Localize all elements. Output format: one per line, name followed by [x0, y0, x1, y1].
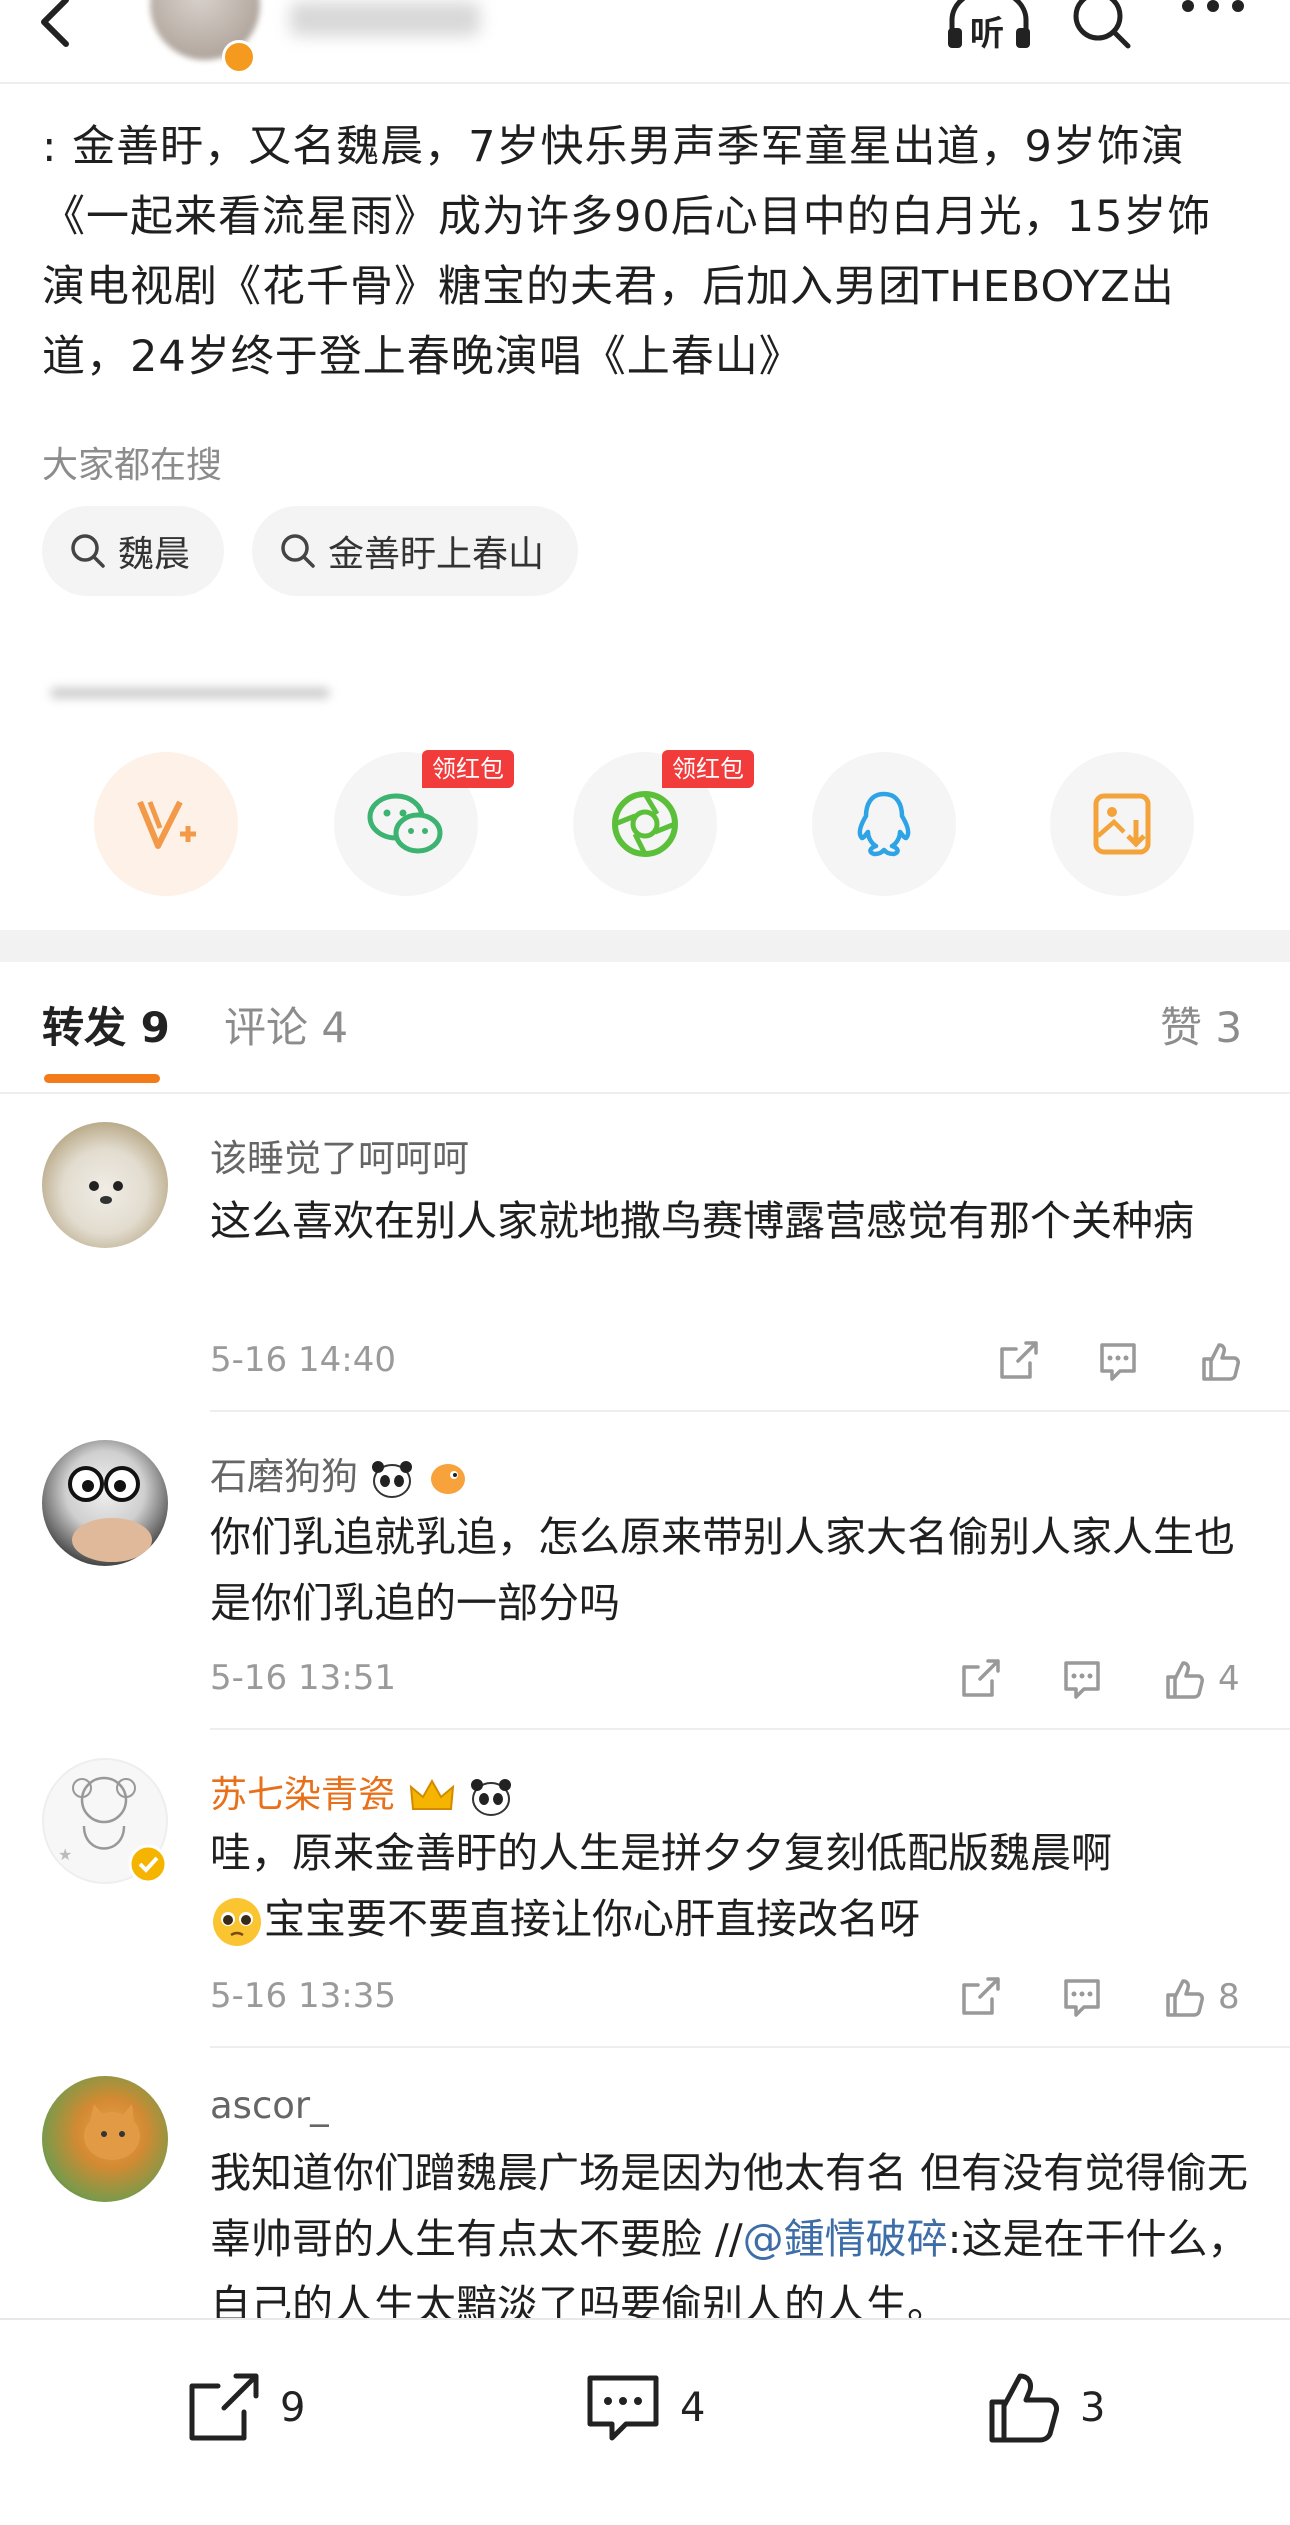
comment-action[interactable] — [1060, 1654, 1116, 1704]
commenter-name-text: 苏七染青瓷 — [210, 1773, 395, 1816]
section-separator — [0, 930, 1290, 962]
comment-text: 你们乳追就乳追，怎么原来带别人家大名偷别人家人生也是你们乳追的一部分吗 — [210, 1513, 1235, 1627]
v-plus-icon — [137, 800, 196, 849]
commenter-name[interactable]: 该睡觉了呵呵呵 — [210, 1128, 469, 1182]
crown-badge-icon — [409, 1778, 454, 1810]
more-icon[interactable] — [1178, 0, 1248, 50]
like-count: 4 — [1218, 1659, 1240, 1699]
thumbs-up-icon — [1166, 1979, 1204, 2017]
bottom-like-button[interactable]: 3 — [986, 2368, 1105, 2448]
like-action[interactable]: 4 — [1162, 1654, 1240, 1704]
author-name-blurred — [290, 2, 480, 36]
commenter-name-text: 石磨狗狗 — [210, 1455, 358, 1498]
repost-icon — [962, 1977, 1000, 2015]
bottom-repost-button[interactable]: 9 — [186, 2368, 305, 2448]
repost-icon — [962, 1659, 1000, 1697]
tab-divider — [0, 1092, 1290, 1094]
repost-icon — [1000, 1341, 1038, 1379]
pufferfish-badge-icon — [430, 1463, 465, 1494]
wechat-icon — [367, 793, 443, 854]
commenter-name[interactable]: 石磨狗狗 — [210, 1446, 470, 1500]
trending-search-title: 大家都在搜 — [42, 445, 223, 486]
comment-action[interactable] — [1096, 1336, 1152, 1386]
comment-time: 5-16 14:40 — [210, 1340, 396, 1380]
user-mention-link[interactable]: @鍾情破碎 — [743, 2215, 948, 2263]
bottom-action-bar: 9 4 3 — [0, 2318, 1290, 2525]
svg-text:★: ★ — [58, 1845, 72, 1864]
search-chip-2[interactable]: 金善盱上春山 — [252, 506, 579, 596]
verified-badge-icon — [128, 1844, 168, 1884]
comment-action[interactable] — [1060, 1972, 1116, 2022]
comment-text: 我知道你们蹭魏晨广场是因为他太有名 但有没有觉得偷无辜帅哥的人生有点太不要脸 /… — [210, 2140, 1250, 2338]
save-image-icon — [1093, 793, 1151, 855]
listen-button[interactable]: 听 — [944, 0, 1034, 54]
search-chip-label: 魏晨 — [118, 534, 191, 575]
panda-badge-icon — [371, 1460, 412, 1498]
tab-active-indicator — [44, 1074, 160, 1083]
search-chip-1[interactable]: 魏晨 — [42, 506, 225, 596]
repost-count: 9 — [280, 2385, 306, 2431]
post-text: : 金善盱，又名魏晨，7岁快乐男声季军童星出道，9岁饰演《一起来看流星雨》成为许… — [42, 122, 1212, 382]
red-packet-tag: 领红包 — [422, 750, 514, 788]
like-action[interactable] — [1198, 1336, 1254, 1386]
repost-action[interactable] — [958, 1654, 1014, 1704]
thumbs-up-icon — [1166, 1661, 1204, 1699]
share-vplus-button[interactable] — [94, 752, 238, 896]
tab-repost[interactable]: 转发 9 — [42, 1000, 170, 1056]
blurred-text — [50, 688, 330, 698]
moments-icon — [612, 791, 678, 857]
search-icon — [281, 534, 315, 568]
repost-icon — [189, 2373, 259, 2441]
like-count: 8 — [1218, 1977, 1240, 2017]
comment-divider — [210, 1410, 1290, 1412]
search-chip-label: 金善盱上春山 — [328, 534, 545, 575]
comment-divider — [210, 2046, 1290, 2048]
listen-label: 听 — [970, 14, 1004, 54]
back-arrow-icon[interactable] — [28, 0, 88, 54]
avatar[interactable] — [42, 2076, 168, 2202]
top-bar: 听 — [0, 0, 1290, 84]
save-image-button[interactable] — [1050, 752, 1194, 896]
comment-text-line: 哇，原来金善盱的人生是拼夕夕复刻低配版魏晨啊 — [210, 1829, 1112, 1877]
share-qq-button[interactable] — [812, 752, 956, 896]
comment-icon — [1064, 1979, 1100, 2017]
cat-avatar-image — [84, 2104, 140, 2160]
red-packet-tag: 领红包 — [662, 750, 754, 788]
repost-action[interactable] — [958, 1972, 1014, 2022]
comment-time: 5-16 13:35 — [210, 1976, 396, 2016]
repost-action[interactable] — [996, 1336, 1052, 1386]
verified-badge-icon — [222, 40, 256, 74]
search-icon[interactable] — [1068, 0, 1134, 50]
comment-icon — [1064, 1661, 1100, 1699]
panda-badge-icon — [470, 1778, 511, 1816]
dog-cat-avatar-image — [68, 1466, 152, 1562]
like-action[interactable]: 8 — [1162, 1972, 1240, 2022]
thumbs-up-icon — [1202, 1343, 1240, 1381]
avatar[interactable] — [42, 1122, 168, 1248]
avatar[interactable] — [42, 1440, 168, 1566]
like-count: 3 — [1080, 2385, 1106, 2431]
qq-icon — [857, 791, 911, 857]
comment-icon — [587, 2375, 659, 2441]
thumbs-up-icon — [989, 2373, 1059, 2443]
bottom-comment-button[interactable]: 4 — [584, 2368, 705, 2448]
comment-text: 这么喜欢在别人家就地撒鸟赛博露营感觉有那个关种病 — [210, 1197, 1194, 1245]
comment-icon — [1100, 1343, 1136, 1381]
search-icon — [71, 534, 105, 568]
commenter-name[interactable]: 苏七染青瓷 — [210, 1764, 513, 1818]
comment-text: 哇，原来金善盱的人生是拼夕夕复刻低配版魏晨啊 宝宝要不要直接让你心肝直接改名呀 — [210, 1820, 1250, 1952]
comment-text-span: 宝宝要不要直接让你心肝直接改名呀 — [264, 1895, 920, 1943]
comment-time: 5-16 13:51 — [210, 1658, 396, 1698]
tab-comment[interactable]: 评论 4 — [224, 1000, 348, 1056]
comment-text-line: 宝宝要不要直接让你心肝直接改名呀 — [210, 1886, 1250, 1952]
pleading-face-emoji-icon — [213, 1898, 261, 1946]
comment-divider — [210, 1728, 1290, 1730]
comment-count: 4 — [680, 2385, 706, 2431]
tab-like[interactable]: 赞 3 — [1160, 1000, 1242, 1056]
commenter-name[interactable]: ascor_ — [210, 2084, 329, 2127]
seal-avatar-image — [89, 1181, 123, 1204]
